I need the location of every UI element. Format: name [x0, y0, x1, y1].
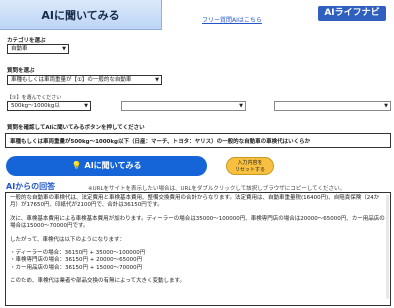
- param-select-2[interactable]: ▼: [121, 101, 246, 111]
- answer-line: したがって、車検代は以下のようになります：: [10, 236, 125, 243]
- page-title: AIに聞いてみる: [41, 9, 120, 22]
- param-hint: 【①】を選んでください: [7, 95, 62, 101]
- chevron-down-icon: ▼: [384, 103, 388, 109]
- confirm-label: 質問を確認してAIに聞いてみるボタンを押してください: [7, 125, 145, 131]
- lightbulb-icon: 💡: [71, 161, 82, 170]
- answer-line: 次に、車検基本費用による車検基本費用が加わります。ディーラーの場合は35000〜…: [10, 215, 385, 230]
- answer-textarea[interactable]: 一般的な自動車の車検代は、法定費用と車検基本費用、整備交換費用の合計からなります…: [5, 192, 391, 306]
- ai-life-navi-logo: AIライフナビ: [318, 6, 386, 21]
- header: AIに聞いてみる フリー質問AIはこちら AIライフナビ: [0, 0, 394, 30]
- param-select-1-value: 500kg〜1000kg以: [11, 103, 60, 109]
- param-select-1[interactable]: 500kg〜1000kg以 ▼: [7, 101, 91, 111]
- question-select[interactable]: 車種もしくは車両重量が【①】の一般的な自動車 ▼: [7, 75, 162, 85]
- ask-ai-button[interactable]: 💡 AIに聞いてみる: [6, 156, 207, 176]
- answer-line: 一般的な自動車の車検代は、法定費用と車検基本費用、整備交換費用の合計からなります…: [10, 195, 380, 209]
- answer-title: AIからの回答: [6, 182, 56, 191]
- free-question-link[interactable]: フリー質問AIはこちら: [202, 15, 262, 24]
- reset-button[interactable]: 入力内容を リセットする: [226, 157, 274, 175]
- question-label: 質問を選ぶ: [7, 68, 35, 74]
- chevron-down-icon: ▼: [239, 103, 243, 109]
- answer-note: ※URLをサイトを表示したい場合は、URLをダブルクリックして該択しブラウザにコ…: [88, 186, 345, 192]
- reset-button-line2: リセットする: [234, 166, 265, 173]
- category-label: カテゴリを選ぶ: [7, 38, 46, 44]
- scrollbar[interactable]: [386, 195, 389, 299]
- question-select-value: 車種もしくは車両重量が【①】の一般的な自動車: [11, 77, 132, 83]
- param-select-3[interactable]: ▼: [274, 101, 391, 111]
- answer-line: このため、車検代は業者や部品交換の有無によって大きく変動します。: [10, 278, 186, 285]
- answer-line: ・車検専門店の場合：36150円 + 20000〜65000円: [10, 257, 143, 264]
- confirm-question-box: 車種もしくは車両重量が500kg〜1000kg以下（日産：マーチ、トヨタ：ヤリス…: [5, 133, 391, 148]
- title-tab: AIに聞いてみる: [0, 0, 162, 30]
- category-select-value: 自動車: [11, 46, 28, 52]
- chevron-down-icon: ▼: [155, 77, 159, 83]
- answer-line: ・カー用品店の場合：36150円 + 15000〜70000円: [10, 264, 143, 271]
- chevron-down-icon: ▼: [84, 103, 88, 109]
- category-select[interactable]: 自動車 ▼: [7, 44, 69, 54]
- chevron-down-icon: ▼: [62, 46, 66, 52]
- ask-ai-button-label: AIに聞いてみる: [84, 161, 142, 170]
